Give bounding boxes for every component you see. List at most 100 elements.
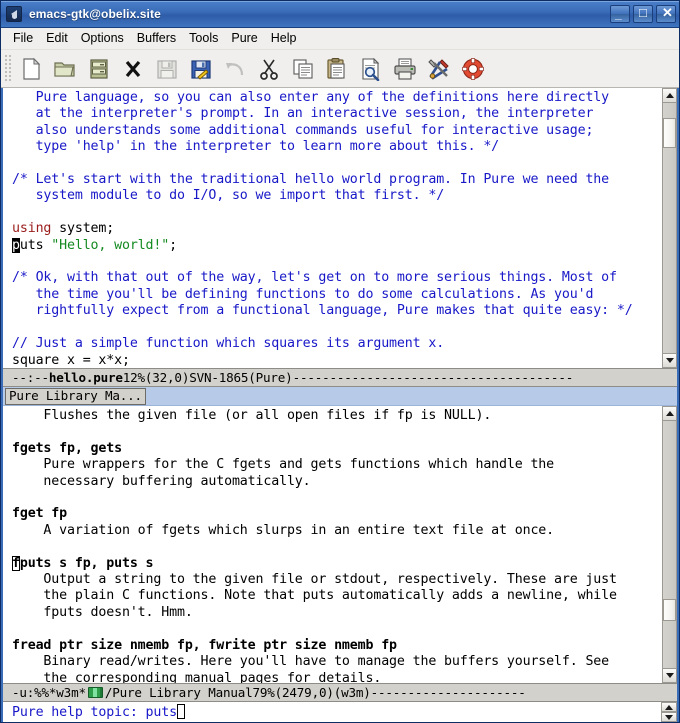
w3m-modeline-buffer-name: *w3m* <box>48 684 86 700</box>
w3m-buffer-text[interactable]: Flushes the given file (or all open file… <box>3 406 661 683</box>
save-as-icon <box>189 57 213 81</box>
w3m-modeline-separator: / <box>104 684 113 700</box>
minibuffer-input[interactable]: puts <box>146 705 178 720</box>
save-icon <box>155 57 179 81</box>
editor-window: Pure language, so you can also enter any… <box>3 88 677 387</box>
save-button[interactable] <box>150 53 184 85</box>
code-line: // Just a simple function which squares … <box>12 336 445 352</box>
w3m-scroll-up-button[interactable] <box>662 406 677 421</box>
help-button[interactable] <box>456 53 490 85</box>
w3m-cursor: f <box>12 555 20 571</box>
scroll-track[interactable] <box>662 103 677 353</box>
paste-button[interactable] <box>320 53 354 85</box>
w3m-scroll-track[interactable] <box>662 421 677 668</box>
w3m-scroll-thumb[interactable] <box>663 598 676 622</box>
menu-file[interactable]: File <box>7 30 40 47</box>
toolbar-grip[interactable] <box>3 54 12 83</box>
menu-buffers[interactable]: Buffers <box>131 30 183 47</box>
code-line: Pure language, so you can also enter any… <box>35 90 610 155</box>
w3m-scroll-down-button[interactable] <box>662 668 677 683</box>
w3m-modeline-position: (2479,0) <box>274 684 334 700</box>
menu-help[interactable]: Help <box>265 30 304 47</box>
client-area: File Edit Options Buffers Tools Pure Hel… <box>1 27 679 722</box>
w3m-mode-line: -u:%% *w3m* / Pure Library Manual 79% (2… <box>3 683 677 702</box>
menu-options[interactable]: Options <box>75 30 131 47</box>
w3m-definition: fread ptr size nmemb fp, fwrite ptr size… <box>12 637 397 653</box>
w3m-icon <box>87 687 103 698</box>
search-icon <box>359 57 383 81</box>
minibuffer-scrollbar[interactable] <box>661 702 677 722</box>
cut-button[interactable] <box>252 53 286 85</box>
menu-tools[interactable]: Tools <box>183 30 225 47</box>
chevron-down-icon <box>665 673 674 678</box>
minimize-icon: _ <box>615 7 622 21</box>
w3m-text-row: Flushes the given file (or all open file… <box>3 406 677 683</box>
w3m-scrollbar[interactable] <box>661 406 677 683</box>
scroll-down-button[interactable] <box>662 353 677 368</box>
undo-button[interactable] <box>218 53 252 85</box>
close-buffer-button[interactable] <box>116 53 150 85</box>
title-bar: emacs-gtk@obelix.site _ □ ✕ <box>1 1 679 27</box>
preferences-button[interactable] <box>422 53 456 85</box>
w3m-tab[interactable]: Pure Library Ma... <box>5 387 146 405</box>
w3m-definition: fputs s fp, puts s <box>12 555 154 571</box>
modeline-buffer-name: hello.pure <box>48 369 123 385</box>
code-line: /* Ok, with that out of the way, let's g… <box>12 270 633 319</box>
w3m-definition: fgets fp, gets <box>12 440 122 456</box>
new-file-button[interactable] <box>14 53 48 85</box>
editor-text-row: Pure language, so you can also enter any… <box>3 88 677 368</box>
scroll-thumb[interactable] <box>663 118 676 148</box>
chevron-up-icon <box>665 704 673 710</box>
minimize-button[interactable]: _ <box>610 5 630 23</box>
chevron-down-icon <box>665 358 674 363</box>
window-controls: _ □ ✕ <box>610 5 676 23</box>
w3m-modeline-status: -u:%% <box>12 684 49 700</box>
copy-icon <box>291 57 315 81</box>
code-string: "Hello, world!" <box>51 237 170 253</box>
copy-button[interactable] <box>286 53 320 85</box>
preferences-icon <box>427 57 451 81</box>
close-button[interactable]: ✕ <box>656 5 676 23</box>
search-button[interactable] <box>354 53 388 85</box>
cut-icon <box>257 57 281 81</box>
open-directory-button[interactable] <box>82 53 116 85</box>
window-title: emacs-gtk@obelix.site <box>29 7 161 21</box>
w3m-modeline-filler: --------------------- <box>370 684 526 700</box>
minibuffer-scroll-down-button[interactable] <box>661 712 677 722</box>
w3m-modeline-page-title: Pure Library Manual <box>112 684 253 700</box>
emacs-window: emacs-gtk@obelix.site _ □ ✕ File Edit Op… <box>0 0 680 723</box>
undo-icon <box>223 57 247 81</box>
save-as-button[interactable] <box>184 53 218 85</box>
w3m-modeline-major-mode: (w3m) <box>333 684 371 700</box>
dired-icon <box>87 57 111 81</box>
minibuffer-prompt: Pure help topic: <box>12 705 146 720</box>
help-icon <box>461 57 485 81</box>
emacs-icon <box>6 6 22 22</box>
scroll-up-button[interactable] <box>662 88 677 103</box>
modeline-status: --:-- <box>12 369 49 385</box>
editor-cursor: p <box>12 237 20 253</box>
chevron-down-icon <box>665 714 673 720</box>
print-button[interactable] <box>388 53 422 85</box>
editor-buffer-text[interactable]: Pure language, so you can also enter any… <box>3 88 661 368</box>
minibuffer-scroll-up-button[interactable] <box>661 702 677 712</box>
modeline-filler: -------------------------------------- <box>292 369 574 385</box>
open-file-button[interactable] <box>48 53 82 85</box>
w3m-tab-line: Pure Library Ma... <box>3 387 677 406</box>
paste-icon <box>325 57 349 81</box>
code-line: /* Let's start with the traditional hell… <box>12 172 610 204</box>
modeline-percent: 12% <box>122 369 145 385</box>
minibuffer[interactable]: Pure help topic: puts <box>1 702 679 722</box>
menu-edit[interactable]: Edit <box>40 30 75 47</box>
close-x-icon <box>121 57 145 81</box>
minibuffer-cursor <box>176 704 185 719</box>
close-icon: ✕ <box>662 5 673 20</box>
minibuffer-line: Pure help topic: puts <box>12 704 661 720</box>
open-folder-icon <box>53 57 77 81</box>
menu-pure[interactable]: Pure <box>225 30 264 47</box>
editor-scrollbar[interactable] <box>661 88 677 368</box>
maximize-button[interactable]: □ <box>633 5 653 23</box>
modeline-position: (32,0) <box>144 369 190 385</box>
tool-bar <box>1 50 679 88</box>
w3m-definition: fget fp <box>12 506 67 522</box>
